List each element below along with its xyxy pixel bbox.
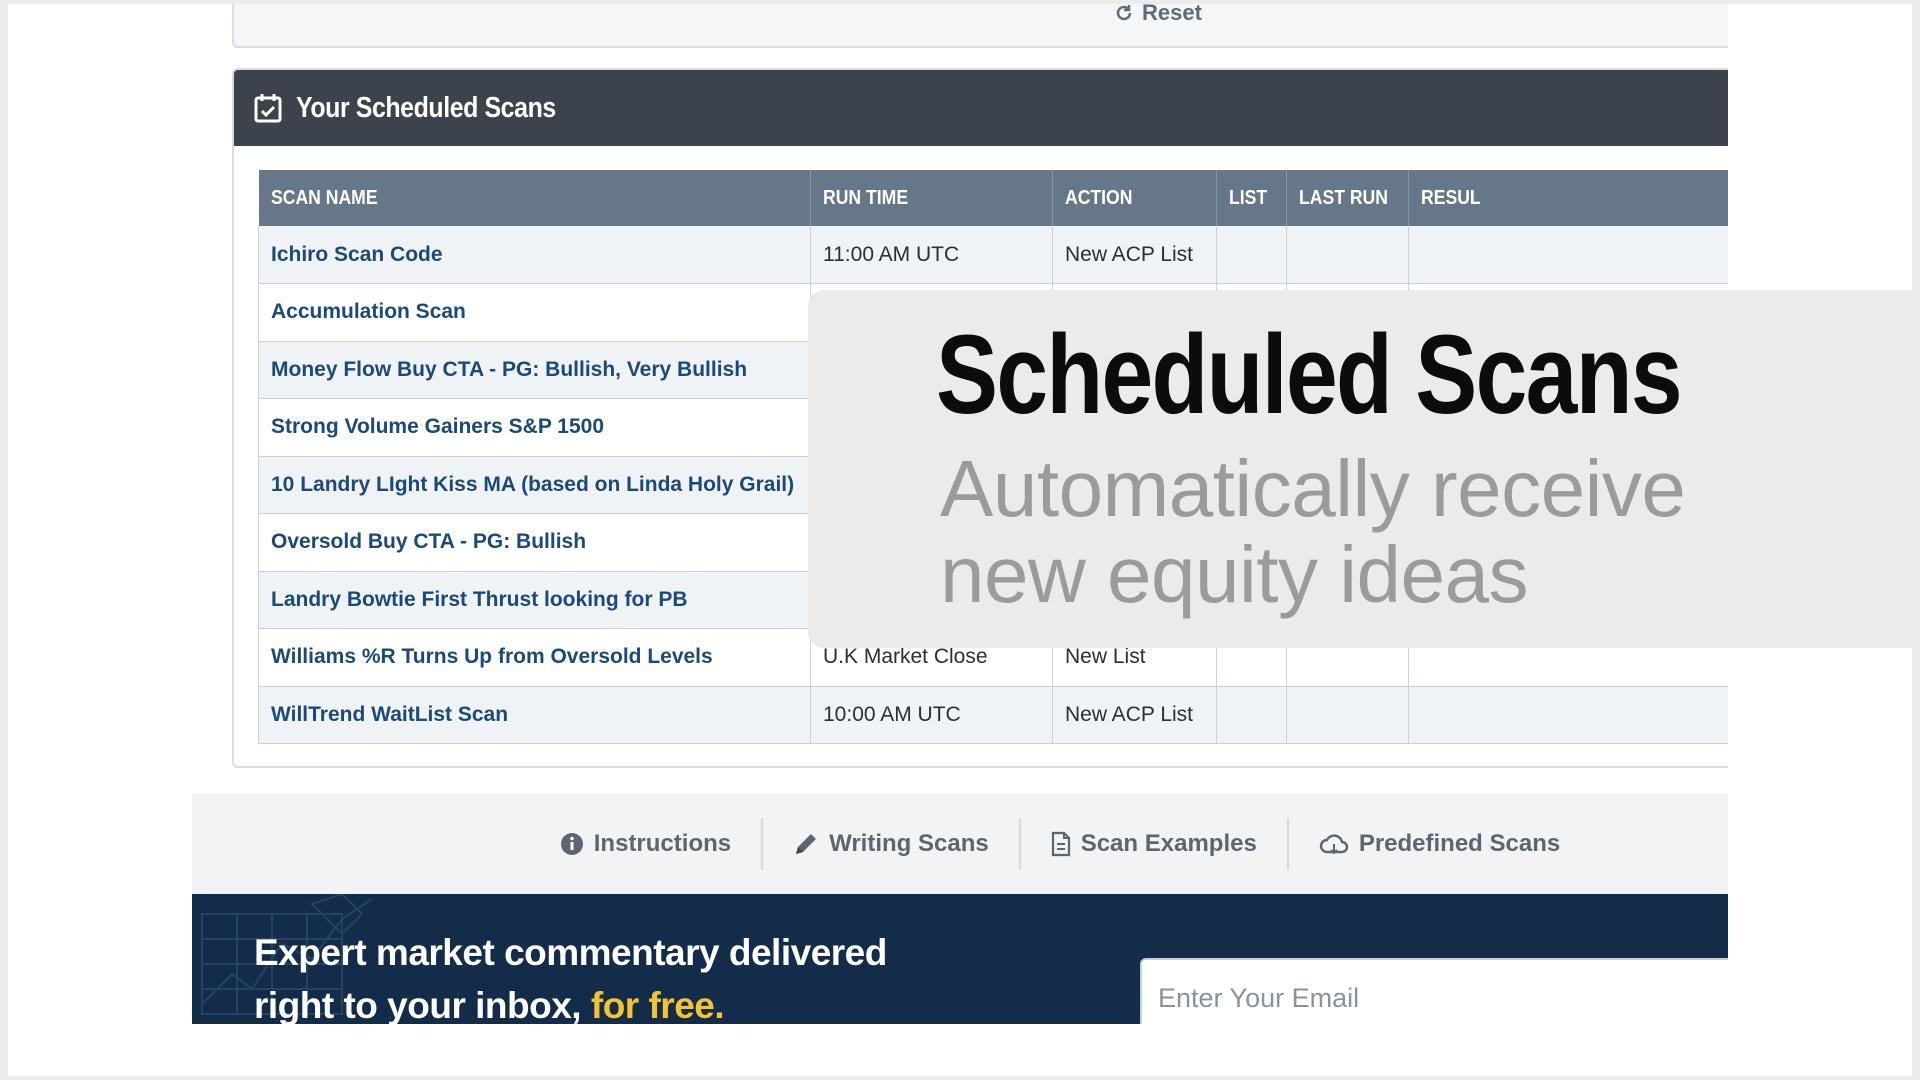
document-icon xyxy=(1051,831,1071,857)
calendar-check-icon xyxy=(254,93,282,123)
scan-name-link[interactable]: Accumulation Scan xyxy=(258,283,811,342)
column-header-list[interactable]: LIST xyxy=(1216,170,1287,226)
nav-predefined-scans[interactable]: Predefined Scans xyxy=(1289,818,1590,870)
panel-title: Your Scheduled Scans xyxy=(296,91,556,124)
column-header-result[interactable]: RESUL xyxy=(1408,170,1728,226)
newsletter-line-1: Expert market commentary delivered xyxy=(254,932,887,973)
nav-scan-examples-label: Scan Examples xyxy=(1080,830,1257,857)
last-run-cell xyxy=(1286,226,1409,284)
nav-instructions-label: Instructions xyxy=(593,830,732,857)
refresh-icon xyxy=(1114,4,1134,23)
scan-name-link[interactable]: Landry Bowtie First Thrust looking for P… xyxy=(258,571,811,629)
action-cell: New ACP List xyxy=(1052,226,1217,284)
scan-name-link[interactable]: Oversold Buy CTA - PG: Bullish xyxy=(258,513,811,572)
column-header-run-time[interactable]: RUN TIME xyxy=(810,170,1053,226)
table-row: WillTrend WaitList Scan 10:00 AM UTC New… xyxy=(258,686,1728,744)
footer-nav: Instructions Writing Scans Scan Examples… xyxy=(192,794,1728,894)
last-run-cell xyxy=(1286,686,1409,744)
run-time-cell: 10:00 AM UTC xyxy=(810,686,1053,744)
pencil-icon xyxy=(793,831,819,857)
list-cell xyxy=(1216,686,1287,744)
table-header-row: SCAN NAME RUN TIME ACTION LIST LAST RUN … xyxy=(258,170,1728,226)
nav-instructions[interactable]: Instructions xyxy=(530,818,764,870)
nav-writing-scans-label: Writing Scans xyxy=(829,830,989,857)
newsletter-accent: for free. xyxy=(590,985,725,1024)
scan-name-link[interactable]: Ichiro Scan Code xyxy=(258,226,811,284)
overlay-subtitle-line-1: Automatically receive xyxy=(940,444,1686,533)
scan-name-link[interactable]: Money Flow Buy CTA - PG: Bullish, Very B… xyxy=(258,341,811,399)
cloud-icon xyxy=(1319,832,1349,856)
nav-writing-scans[interactable]: Writing Scans xyxy=(763,818,1021,870)
result-cell xyxy=(1408,226,1728,284)
nav-predefined-scans-label: Predefined Scans xyxy=(1358,830,1561,857)
scan-name-link[interactable]: Strong Volume Gainers S&P 1500 xyxy=(258,398,811,457)
run-time-cell: 11:00 AM UTC xyxy=(810,226,1053,284)
overlay-subtitle: Automatically receive new equity ideas xyxy=(940,444,1686,619)
newsletter-headline: Expert market commentary delivered right… xyxy=(254,926,887,1024)
overlay-subtitle-line-2: new equity ideas xyxy=(940,530,1528,619)
column-header-scan-name[interactable]: SCAN NAME xyxy=(258,170,811,226)
newsletter-line-2: right to your inbox, for free. xyxy=(254,985,725,1024)
reset-button[interactable]: Reset xyxy=(1114,4,1202,26)
newsletter-banner: Expert market commentary delivered right… xyxy=(192,894,1728,1024)
info-icon xyxy=(560,832,584,856)
reset-label: Reset xyxy=(1142,4,1202,25)
scan-name-link[interactable]: Williams %R Turns Up from Oversold Level… xyxy=(258,628,811,687)
filter-card: Reset xyxy=(232,4,1728,48)
column-header-last-run[interactable]: LAST RUN xyxy=(1286,170,1409,226)
feature-overlay-card: Scheduled Scans Automatically receive ne… xyxy=(808,290,1920,648)
table-row: Ichiro Scan Code 11:00 AM UTC New ACP Li… xyxy=(258,226,1728,284)
scan-name-link[interactable]: WillTrend WaitList Scan xyxy=(258,686,811,744)
action-cell: New ACP List xyxy=(1052,686,1217,744)
column-header-action[interactable]: ACTION xyxy=(1052,170,1217,226)
list-cell xyxy=(1216,226,1287,284)
result-cell xyxy=(1408,686,1728,744)
email-input[interactable] xyxy=(1140,958,1728,1024)
scan-name-link[interactable]: 10 Landry LIght Kiss MA (based on Linda … xyxy=(258,456,811,514)
panel-header: Your Scheduled Scans xyxy=(234,70,1728,146)
nav-scan-examples[interactable]: Scan Examples xyxy=(1021,818,1289,870)
overlay-title: Scheduled Scans xyxy=(936,312,1683,437)
